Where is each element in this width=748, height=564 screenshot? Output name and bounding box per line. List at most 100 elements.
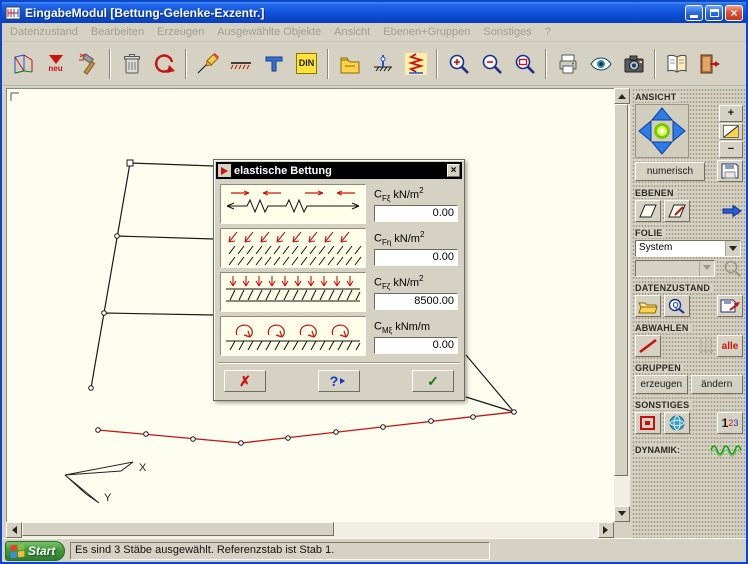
dialog-ok-button[interactable]: ✓	[412, 370, 454, 392]
numerisch-button[interactable]: numerisch	[635, 162, 705, 181]
new-position-icon	[49, 55, 63, 64]
dialog-separator	[218, 362, 460, 364]
chevron-down-icon	[703, 265, 711, 274]
view-button[interactable]	[584, 47, 617, 81]
bedding-button[interactable]	[224, 47, 257, 81]
hammer-icon	[77, 52, 101, 76]
menu-item-ebenen-gruppen[interactable]: Ebenen+Gruppen	[383, 26, 470, 38]
group-modify-button[interactable]: ändern	[691, 375, 744, 394]
open-state-button[interactable]	[635, 295, 661, 317]
scroll-left-button[interactable]	[6, 522, 22, 538]
bedding-axial-icon	[221, 185, 365, 223]
new-position-button[interactable]: neu	[39, 47, 72, 81]
cf-zeta-label: CFζkN/m2	[374, 274, 458, 291]
delete-button[interactable]	[115, 47, 148, 81]
dialog-row: CFξkN/m2	[216, 182, 462, 226]
deselect-all-button[interactable]: alle	[717, 335, 743, 357]
title-bar[interactable]: EingabeModul [Bettung-Gelenke-Exzentr.] …	[2, 2, 746, 23]
din-badge: DIN	[296, 53, 318, 74]
menu-item-erzeugen[interactable]: Erzeugen	[157, 26, 204, 38]
dialog-help-button[interactable]: ?	[318, 370, 360, 392]
menu-item-datenzustand[interactable]: Datenzustand	[10, 26, 78, 38]
snapshot-button[interactable]	[617, 47, 650, 81]
globe-icon	[667, 414, 687, 432]
menu-item-ausgewaehlte-objekte[interactable]: Ausgewählte Objekte	[217, 26, 321, 38]
folie-selected-value: System	[636, 241, 725, 256]
undo-button[interactable]	[148, 47, 181, 81]
scroll-right-button[interactable]	[598, 522, 614, 538]
menu-item-ansicht[interactable]: Ansicht	[334, 26, 370, 38]
zoom-in-small-button[interactable]: +	[719, 105, 743, 122]
x-axis-label: X	[139, 462, 147, 474]
app-icon	[5, 6, 21, 20]
scroll-down-button[interactable]	[614, 506, 630, 522]
print-button[interactable]	[551, 47, 584, 81]
cf-xi-label: CFξkN/m2	[374, 186, 458, 203]
menu-item-bearbeiten[interactable]: Bearbeiten	[91, 26, 144, 38]
scroll-up-button[interactable]	[614, 88, 630, 104]
inspect-state-button[interactable]: Q	[664, 295, 690, 317]
cf-zeta-input[interactable]	[374, 293, 458, 310]
plane-edit-button[interactable]	[664, 200, 690, 222]
vertical-scroll-track[interactable]	[614, 104, 630, 506]
zoom-window-button[interactable]	[508, 47, 541, 81]
dialog-title-bar[interactable]: elastische Bettung ×	[216, 162, 462, 179]
cf-eta-input[interactable]	[374, 249, 458, 266]
menu-bar: Datenzustand Bearbeiten Erzeugen Ausgewä…	[2, 23, 746, 42]
selection-box-button[interactable]	[635, 412, 661, 434]
zoom-out-button[interactable]	[475, 47, 508, 81]
catalog-button[interactable]	[660, 47, 693, 81]
section-label-gruppen: GRUPPEN	[635, 363, 743, 373]
menu-item-sonstiges[interactable]: Sonstiges	[483, 26, 531, 38]
plane-select-button[interactable]	[635, 200, 661, 222]
view-navigation-pad[interactable]	[635, 104, 689, 158]
start-button[interactable]: Start	[5, 541, 65, 561]
numbering-button[interactable]: 123	[717, 412, 743, 434]
save-state-button[interactable]	[717, 295, 743, 317]
minimize-button[interactable]	[685, 5, 703, 21]
folie-select[interactable]: System	[635, 240, 741, 257]
toolbar-separator	[654, 49, 656, 79]
close-button[interactable]: ×	[725, 5, 743, 21]
exit-button[interactable]	[693, 47, 726, 81]
red-arrow-icon	[221, 167, 232, 175]
zoom-out-small-button[interactable]: −	[719, 141, 743, 158]
save-view-button[interactable]	[717, 160, 743, 182]
zoom-in-button[interactable]	[442, 47, 475, 81]
floppy-export-icon	[719, 297, 741, 315]
maximize-button[interactable]	[705, 5, 723, 21]
dialog-cancel-button[interactable]: ✗	[224, 370, 266, 392]
horizontal-scroll-track[interactable]	[22, 522, 598, 538]
support-icon	[371, 52, 395, 76]
cf-xi-input[interactable]	[374, 205, 458, 222]
bedding-line-icon	[229, 52, 253, 76]
deselect-members-button[interactable]	[635, 335, 661, 357]
model-button[interactable]	[6, 47, 39, 81]
vertical-scrollbar[interactable]	[614, 88, 630, 522]
din-button[interactable]: DIN	[290, 47, 323, 81]
dialog-close-button[interactable]: ×	[447, 164, 460, 177]
horizontal-scrollbar[interactable]	[6, 522, 614, 538]
draw-member-button[interactable]	[191, 47, 224, 81]
edit-tools-button[interactable]	[72, 47, 105, 81]
section-label-ansicht: ANSICHT	[635, 92, 743, 102]
vertical-scrollbar-thumb[interactable]	[614, 104, 628, 476]
plane-next-button[interactable]	[721, 204, 743, 218]
horizontal-scrollbar-thumb[interactable]	[22, 522, 334, 536]
scrollbar-corner	[614, 522, 630, 538]
group-create-button[interactable]: erzeugen	[635, 375, 688, 394]
folie-dropdown-button[interactable]	[725, 241, 740, 256]
globe-button[interactable]	[664, 412, 690, 434]
diagonal-view-button[interactable]	[719, 123, 743, 140]
plane-icon	[638, 203, 658, 219]
library-button[interactable]	[333, 47, 366, 81]
spring-button[interactable]	[399, 47, 432, 81]
book-icon	[665, 52, 689, 76]
y-axis-label: Y	[104, 492, 112, 504]
girder-button[interactable]	[257, 47, 290, 81]
menu-item-hilfe[interactable]: ?	[545, 26, 551, 38]
support-button[interactable]	[366, 47, 399, 81]
red-box-icon	[638, 414, 658, 432]
dynamik-button[interactable]	[709, 442, 743, 458]
cm-xi-input[interactable]	[374, 337, 458, 354]
